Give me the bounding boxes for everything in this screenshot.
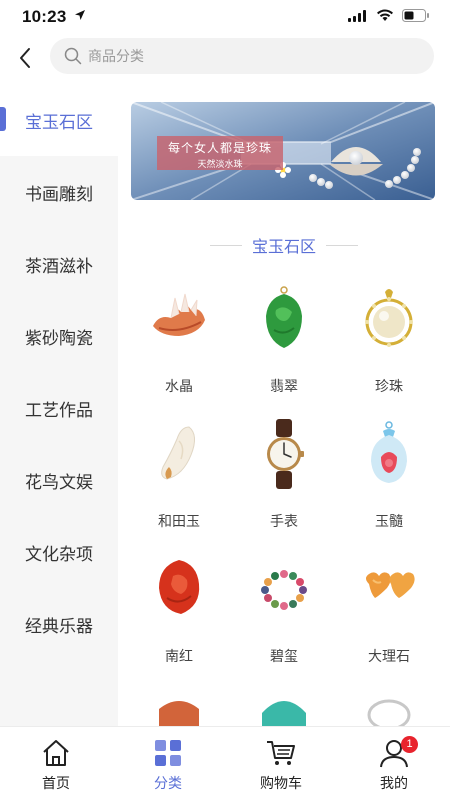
sidebar-item-label: 紫砂陶瓷 — [25, 328, 93, 348]
search-header — [0, 34, 450, 84]
home-icon — [43, 740, 69, 766]
wifi-icon — [377, 9, 393, 21]
tab-label: 购物车 — [260, 775, 302, 791]
jade-icon — [266, 286, 302, 348]
category-label: 翡翠 — [270, 378, 298, 394]
banner-subtitle: 天然淡水珠 — [197, 159, 243, 169]
category-label: 手表 — [270, 513, 298, 529]
category-partial-item[interactable] — [124, 689, 234, 726]
banner-caption: 每个女人都是珍珠 天然淡水珠 — [157, 136, 283, 170]
bottom-tab-bar: 首页 分类 购物车 1 我的 — [0, 726, 450, 800]
tourmaline-icon — [261, 570, 307, 610]
gemstone-icon — [159, 701, 199, 726]
sidebar-item-flowers-birds[interactable]: 花鸟文娱 — [0, 444, 118, 516]
status-bar: 10:23 — [0, 0, 450, 34]
divider — [209, 244, 242, 246]
category-crystal[interactable]: 水晶 — [124, 284, 234, 404]
category-label: 珍珠 — [375, 378, 403, 394]
category-watch[interactable]: 手表 — [229, 419, 339, 539]
gemstone-icon — [262, 701, 306, 726]
watch-icon — [267, 419, 304, 489]
banner-title: 每个女人都是珍珠 — [167, 141, 272, 155]
category-label: 南红 — [165, 648, 193, 664]
category-marble[interactable]: 大理石 — [334, 554, 444, 674]
search-box[interactable] — [50, 38, 434, 74]
sidebar-item-label: 书画雕刻 — [25, 184, 93, 204]
category-hetian-jade[interactable]: 和田玉 — [124, 419, 234, 539]
sidebar-item-label: 文化杂项 — [25, 544, 93, 564]
sidebar-item-pottery[interactable]: 紫砂陶瓷 — [0, 300, 118, 372]
chalcedony-icon — [371, 421, 407, 483]
search-input[interactable] — [88, 48, 388, 64]
sidebar-item-gemstones[interactable]: 宝玉石区 — [0, 84, 118, 156]
sidebar-item-label: 花鸟文娱 — [25, 472, 93, 492]
tab-label: 分类 — [154, 775, 182, 791]
category-south-red-agate[interactable]: 南红 — [124, 554, 234, 674]
marble-icon — [366, 572, 415, 598]
sidebar-item-tea-wine[interactable]: 茶酒滋补 — [0, 228, 118, 300]
sidebar-item-crafts[interactable]: 工艺作品 — [0, 372, 118, 444]
section-header: 宝玉石区 — [118, 234, 450, 256]
notification-badge: 1 — [401, 736, 418, 753]
category-tourmaline[interactable]: 碧玺 — [229, 554, 339, 674]
crystal-icon — [153, 293, 205, 336]
category-chalcedony[interactable]: 玉髓 — [334, 419, 444, 539]
sidebar-item-painting-carving[interactable]: 书画雕刻 — [0, 156, 118, 228]
chevron-left-icon — [20, 48, 30, 68]
category-partial-item[interactable] — [334, 689, 444, 726]
back-button[interactable] — [10, 42, 40, 74]
tab-label: 首页 — [42, 775, 70, 791]
hetian-jade-icon — [161, 426, 195, 480]
category-content: 每个女人都是珍珠 天然淡水珠 宝玉石区 水晶 翡翠 珍珠 和田玉 手表 玉髓 南… — [118, 84, 450, 726]
category-sidebar: 宝玉石区 书画雕刻 茶酒滋补 紫砂陶瓷 工艺作品 花鸟文娱 文化杂项 经典乐器 — [0, 84, 118, 726]
sidebar-item-culture-misc[interactable]: 文化杂项 — [0, 516, 118, 588]
promo-banner[interactable]: 每个女人都是珍珠 天然淡水珠 — [131, 102, 435, 200]
location-arrow-icon — [75, 10, 85, 20]
category-partial-item[interactable] — [229, 689, 339, 726]
category-pearl[interactable]: 珍珠 — [334, 284, 444, 404]
category-label: 大理石 — [368, 648, 410, 664]
tab-label: 我的 — [380, 775, 408, 791]
category-label: 玉髓 — [375, 513, 403, 529]
pearl-icon — [365, 289, 413, 347]
battery-icon — [402, 9, 429, 22]
tab-profile[interactable]: 1 我的 — [338, 727, 450, 800]
category-icon — [155, 740, 181, 766]
tab-cart[interactable]: 购物车 — [225, 727, 337, 800]
sidebar-item-label: 工艺作品 — [25, 400, 93, 420]
status-icons — [348, 9, 430, 22]
sidebar-item-label: 经典乐器 — [25, 616, 93, 636]
sidebar-item-instruments[interactable]: 经典乐器 — [0, 588, 118, 660]
divider — [326, 244, 358, 246]
category-label: 水晶 — [165, 378, 193, 394]
category-label: 碧玺 — [270, 648, 298, 664]
sidebar-item-label: 宝玉石区 — [25, 112, 93, 132]
ring-icon — [367, 699, 411, 726]
category-label: 和田玉 — [158, 513, 200, 529]
status-time: 10:23 — [22, 7, 67, 26]
category-jade[interactable]: 翡翠 — [229, 284, 339, 404]
tab-category[interactable]: 分类 — [112, 727, 224, 800]
tab-home[interactable]: 首页 — [0, 727, 112, 800]
cart-icon — [267, 741, 295, 765]
south-red-agate-icon — [159, 560, 200, 614]
search-icon — [64, 47, 82, 65]
signal-icon — [348, 9, 366, 22]
sidebar-item-label: 茶酒滋补 — [25, 256, 93, 276]
section-title: 宝玉石区 — [251, 239, 316, 256]
